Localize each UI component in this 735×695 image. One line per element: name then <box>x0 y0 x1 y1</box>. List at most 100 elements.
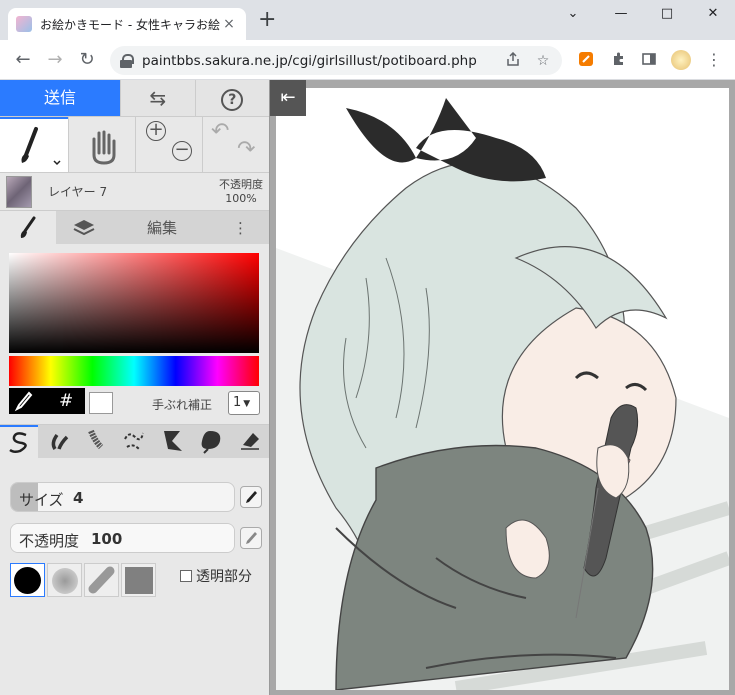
layer-opacity-label: 不透明度 <box>219 177 263 191</box>
canvas-artwork <box>276 98 729 690</box>
lasso-fill-icon <box>201 431 221 454</box>
brush-tip-row <box>10 563 158 597</box>
forward-button[interactable]: → <box>44 49 66 71</box>
pen-pressure-icon <box>246 532 257 544</box>
minimize-button[interactable]: — <box>606 6 636 26</box>
url-text[interactable]: paintbbs.sakura.ne.jp/cgi/girlsillust/po… <box>142 53 502 69</box>
size-pressure-toggle[interactable] <box>240 486 262 508</box>
brush-fill-tool[interactable] <box>154 425 192 458</box>
hex-input-button[interactable]: # <box>59 391 73 411</box>
browser-toolbar: ← → ↻ paintbbs.sakura.ne.jp/cgi/girlsill… <box>0 40 735 80</box>
stabilizer-value: 1 <box>233 395 242 410</box>
top-buttons: 送信 ⇆ ? <box>0 80 269 116</box>
browser-menu-icon[interactable]: ⋮ <box>705 51 723 69</box>
tip-round[interactable] <box>10 563 45 597</box>
swap-panel-button[interactable]: ⇆ <box>120 80 195 116</box>
eraser-icon <box>240 433 259 450</box>
pen-pressure-icon <box>246 491 257 503</box>
more-vertical-icon: ⋮ <box>233 219 248 237</box>
stabilizer-label: 手ぶれ補正 <box>152 398 213 412</box>
size-slider[interactable]: サイズ 4 <box>10 482 235 512</box>
dotpen-icon <box>124 432 145 450</box>
swap-arrows-icon: ⇆ <box>149 86 167 110</box>
favicon-icon <box>16 16 32 32</box>
tab-title: お絵かきモード - 女性キャラお絵かき掲示板 <box>40 17 220 32</box>
tip-square[interactable] <box>121 563 156 597</box>
soft-tip-icon <box>52 568 78 594</box>
transparent-toggle[interactable]: 透明部分 <box>180 566 252 586</box>
stabilizer-select[interactable]: 1 ▼ <box>228 391 260 415</box>
pencil-stroke-icon <box>88 429 104 450</box>
transparent-checkbox[interactable] <box>180 570 192 582</box>
new-tab-button[interactable]: + <box>258 9 276 31</box>
size-value: 4 <box>73 489 84 507</box>
tab-edit[interactable]: 編集 <box>112 211 212 245</box>
extension-badge-icon[interactable] <box>577 51 595 69</box>
address-bar[interactable]: paintbbs.sakura.ne.jp/cgi/girlsillust/po… <box>110 46 562 75</box>
layer-thumbnail[interactable] <box>6 175 32 208</box>
brush-pencil[interactable] <box>77 425 115 458</box>
help-button[interactable]: ? <box>194 80 269 116</box>
pen-stroke-icon <box>9 432 27 454</box>
side-panel-icon[interactable] <box>640 51 658 69</box>
back-button[interactable]: ← <box>12 49 34 71</box>
color-tools: # <box>9 388 85 414</box>
undo-icon[interactable]: ↶ <box>211 119 229 144</box>
brush-icon <box>20 216 36 238</box>
saturation-value-box[interactable] <box>9 253 259 353</box>
help-icon: ? <box>221 88 244 111</box>
brush-airbrush[interactable] <box>38 425 76 458</box>
layer-name[interactable]: レイヤー 7 <box>48 183 219 200</box>
browser-tab[interactable]: お絵かきモード - 女性キャラお絵かき掲示板 × <box>8 8 246 40</box>
brush-icon <box>21 127 61 166</box>
tip-soft[interactable] <box>47 563 82 597</box>
brush-eraser[interactable] <box>231 425 269 458</box>
brush-tool-button[interactable] <box>0 117 68 172</box>
zoom-out-icon[interactable]: − <box>172 141 192 161</box>
opacity-pressure-toggle[interactable] <box>240 527 262 549</box>
brush-dotpen[interactable] <box>115 425 153 458</box>
size-label: サイズ <box>19 491 64 509</box>
send-button[interactable]: 送信 <box>0 80 120 116</box>
profile-avatar[interactable] <box>671 50 691 70</box>
color-picker: # 手ぶれ補正 1 ▼ <box>0 244 269 424</box>
brush-pen[interactable] <box>0 425 39 458</box>
layers-icon <box>73 220 95 236</box>
extensions-puzzle-icon[interactable] <box>610 51 628 69</box>
current-color-swatch[interactable] <box>89 392 113 414</box>
opacity-slider[interactable]: 不透明度 100 <box>10 523 235 553</box>
collapse-panel-button[interactable]: ⇤ <box>270 80 306 116</box>
eyedropper-icon[interactable] <box>9 388 39 414</box>
hand-tool-button[interactable] <box>68 117 135 172</box>
tool-panel: 送信 ⇆ ? + − ↶ ↷ レイヤー 7 不透明度 100% 編集 ⋮ # 手… <box>0 80 270 695</box>
tip-flat[interactable] <box>84 563 119 597</box>
airbrush-icon <box>51 433 68 450</box>
close-window-button[interactable]: ✕ <box>698 6 728 26</box>
square-tip-icon <box>125 567 153 594</box>
tab-layers[interactable] <box>56 211 112 245</box>
paint-app: 送信 ⇆ ? + − ↶ ↷ レイヤー 7 不透明度 100% 編集 ⋮ # 手… <box>0 80 735 695</box>
maximize-button[interactable]: □ <box>652 6 682 26</box>
tab-brush[interactable] <box>0 211 56 245</box>
layer-opacity: 不透明度 100% <box>219 178 263 206</box>
tab-close-icon[interactable]: × <box>220 16 238 32</box>
drawing-canvas[interactable] <box>276 88 729 690</box>
tool-row: + − ↶ ↷ <box>0 116 269 172</box>
reload-button[interactable]: ↻ <box>76 49 98 71</box>
layer-row[interactable]: レイヤー 7 不透明度 100% <box>0 172 269 210</box>
hue-slider[interactable] <box>9 356 259 386</box>
round-tip-icon <box>14 567 41 594</box>
triangle-fill-icon <box>163 431 182 451</box>
lock-icon[interactable] <box>120 53 134 68</box>
zoom-in-icon[interactable]: + <box>146 121 166 141</box>
share-icon[interactable] <box>502 51 524 70</box>
zoom-buttons: + − <box>135 117 202 172</box>
flat-tip-icon <box>88 566 115 594</box>
tab-search-icon[interactable]: ⌄ <box>558 6 588 26</box>
chevron-down-icon: ▼ <box>243 399 251 409</box>
hand-icon <box>92 130 116 165</box>
redo-icon[interactable]: ↷ <box>237 137 255 162</box>
tab-more[interactable]: ⋮ <box>212 211 269 245</box>
bookmark-star-icon[interactable]: ☆ <box>532 53 554 69</box>
brush-lasso-fill[interactable] <box>192 425 230 458</box>
